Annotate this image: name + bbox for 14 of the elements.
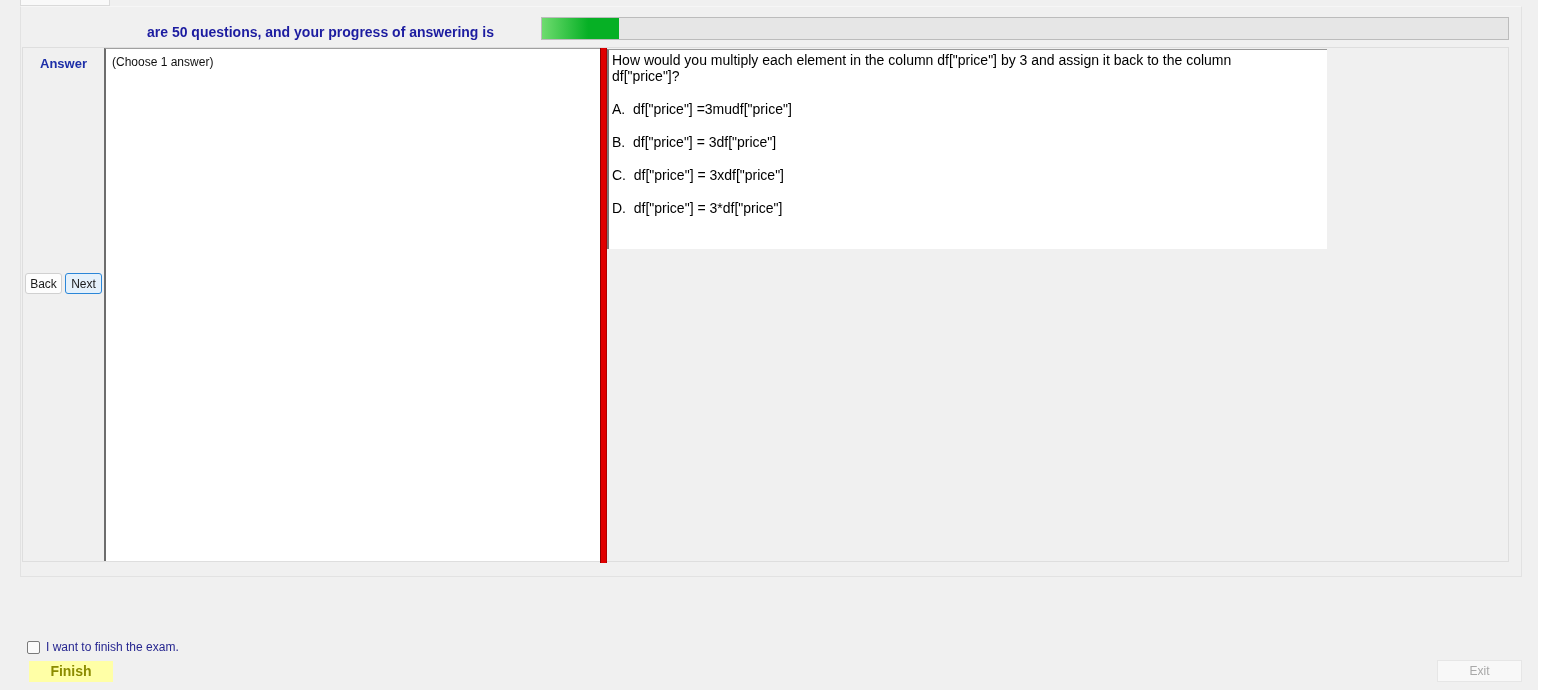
tab[interactable]	[20, 0, 110, 6]
answer-option: B. df["price"] = 3df["price"]	[612, 134, 1327, 150]
answer-instruction: (Choose 1 answer)	[112, 55, 215, 69]
next-button[interactable]: Next	[65, 273, 102, 294]
answer-option: D. df["price"] = 3*df["price"]	[612, 200, 1327, 216]
answer-option: C. df["price"] = 3xdf["price"]	[612, 167, 1327, 183]
answer-label: Answer	[40, 56, 87, 72]
answer-option: A. df["price"] =3mudf["price"]	[612, 101, 1327, 117]
checkbox[interactable]	[27, 640, 40, 654]
splitter-bar[interactable]	[600, 48, 607, 563]
question-text: How would you multiply each element in the column df["price"] by 3 and assign it back to the column df["price"]?	[612, 52, 1233, 84]
checkbox-label: I want to finish the exam.	[46, 640, 179, 654]
progress-caption: are 50 questions, and your progress of answering is	[147, 24, 494, 41]
back-button[interactable]: Back	[25, 273, 62, 294]
